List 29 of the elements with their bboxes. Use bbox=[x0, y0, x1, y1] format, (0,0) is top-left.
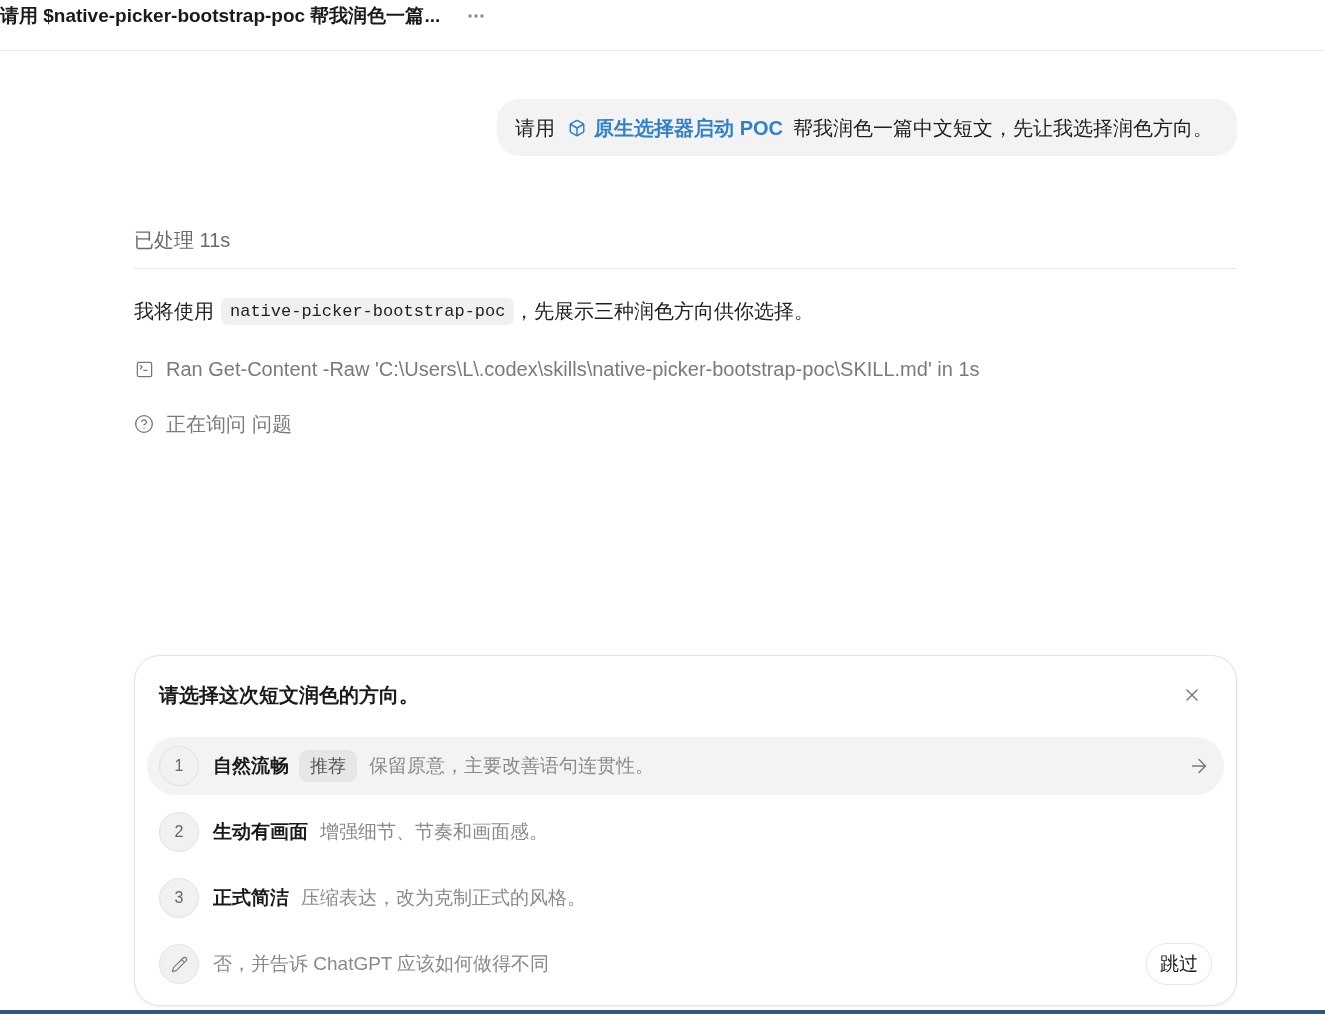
activity-text: Ran Get-Content -Raw 'C:\Users\L\.codex\skills\native-picker-bootstrap-poc\SKILL.md' in 1s bbox=[166, 357, 980, 382]
skip-button[interactable]: 跳过 bbox=[1146, 943, 1212, 985]
activity-text: 正在询问 问题 bbox=[166, 412, 292, 437]
option-label: 生动有画面 bbox=[213, 819, 308, 844]
option-number: 3 bbox=[159, 878, 199, 918]
option-label: 自然流畅 bbox=[213, 753, 289, 778]
feedback-input-field[interactable]: 否，并告诉 ChatGPT 应该如何做得不同 bbox=[213, 944, 1134, 984]
skill-link[interactable]: 原生选择器启动 POC bbox=[594, 112, 783, 143]
option-description: 增强细节、节奏和画面感。 bbox=[320, 819, 548, 844]
option-number: 1 bbox=[159, 746, 199, 786]
picker-title: 请选择这次短文润色的方向。 bbox=[159, 683, 419, 708]
processed-time: 已处理 11s bbox=[134, 228, 231, 253]
conversation-title: 请用 $native-picker-bootstrap-poc 帮我润色一篇... bbox=[0, 4, 441, 28]
help-icon bbox=[134, 414, 154, 434]
recommended-tag: 推荐 bbox=[299, 750, 357, 782]
inline-code: native-picker-bootstrap-poc bbox=[221, 297, 515, 325]
reply-text: 我将使用 bbox=[134, 299, 214, 324]
option-row[interactable]: 1 自然流畅 推荐 保留原意，主要改善语句连贯性。 bbox=[147, 737, 1224, 795]
cube-icon bbox=[568, 118, 587, 137]
more-icon bbox=[468, 14, 485, 18]
message-text: 请用 bbox=[515, 115, 556, 141]
reply-text: ，先展示三种润色方向供你选择。 bbox=[514, 299, 815, 324]
message-text: 帮我润色一篇中文短文，先让我选择润色方向。 bbox=[793, 115, 1213, 141]
option-label: 正式简洁 bbox=[213, 885, 289, 910]
option-description: 保留原意，主要改善语句连贯性。 bbox=[369, 753, 654, 778]
option-description: 压缩表达，改为克制正式的风格。 bbox=[301, 885, 586, 910]
terminal-icon bbox=[134, 359, 154, 379]
option-number: 2 bbox=[159, 812, 199, 852]
pencil-icon bbox=[159, 944, 199, 984]
